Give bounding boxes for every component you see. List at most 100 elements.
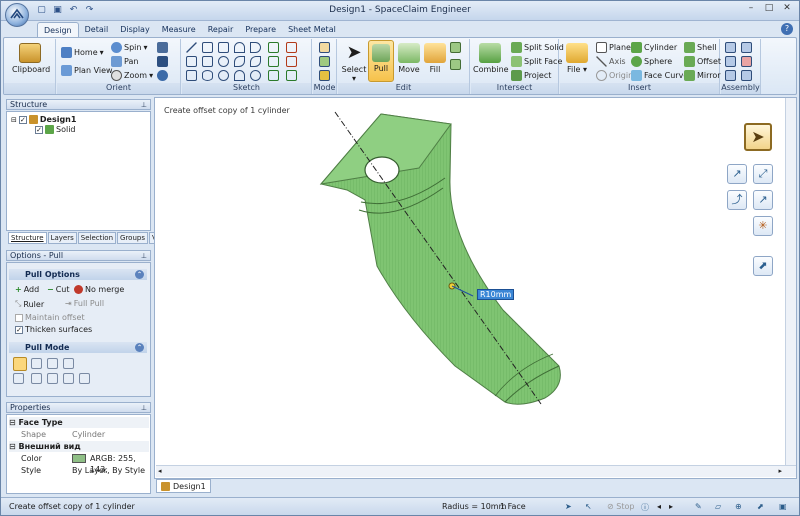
pull-mode-sweep-icon[interactable] (47, 358, 58, 369)
polygon-icon[interactable] (218, 42, 229, 53)
spline-icon[interactable] (250, 56, 261, 67)
pan-button[interactable]: Pan (111, 56, 138, 67)
stop-button[interactable]: ⊘ Stop (607, 502, 634, 511)
tab-layers[interactable]: Layers (47, 232, 77, 244)
vertical-scrollbar[interactable] (785, 98, 796, 465)
collapse-toggle-icon[interactable]: ⊟ (11, 116, 17, 124)
spin-button[interactable]: Spin ▾ (111, 42, 147, 53)
face-curve-button[interactable]: Face Curve (631, 70, 688, 81)
shell-button[interactable]: Shell (684, 42, 717, 53)
info-icon[interactable]: ⓘ (641, 502, 649, 513)
pull-mode-pivot-icon[interactable] (31, 373, 42, 384)
axis-button[interactable]: Axis (596, 56, 626, 67)
minimize-button[interactable]: – (743, 2, 759, 16)
pin-icon[interactable]: ⊥ (141, 100, 147, 110)
color-swatch[interactable] (72, 454, 86, 463)
anchor-icon[interactable] (741, 70, 752, 81)
dimension-label[interactable]: R10mm (477, 289, 515, 300)
pull-button[interactable]: Pull (368, 40, 394, 82)
home-button[interactable]: Home ▾ (61, 47, 104, 58)
nav-right-icon[interactable]: ▸ (669, 502, 673, 511)
gear-icon[interactable] (725, 70, 736, 81)
thicken-surfaces-checkbox[interactable]: ✓ (15, 325, 23, 334)
face-type-group[interactable]: ⊟ Face Type (9, 417, 149, 428)
project-button[interactable]: Project (511, 70, 551, 81)
project-icon[interactable] (268, 70, 279, 81)
pull-mode-revolve-icon[interactable] (31, 358, 42, 369)
view-cube-icon[interactable] (157, 42, 168, 53)
offset-curve-icon[interactable] (268, 42, 279, 53)
tangent-arc-icon[interactable] (234, 56, 245, 67)
design-canvas[interactable]: Create offset copy of 1 cylinder R10mm ➤… (154, 97, 797, 479)
tab-structure[interactable]: Structure (8, 232, 47, 244)
plane-button[interactable]: Plane (596, 42, 631, 53)
align-icon[interactable] (741, 42, 752, 53)
select-button[interactable]: ➤ Select ▾ (340, 43, 368, 84)
clipboard-button[interactable]: Clipboard (12, 43, 50, 74)
point-icon[interactable] (250, 70, 261, 81)
3d-mode-icon[interactable] (319, 70, 330, 81)
pull-mode-section[interactable]: Pull Mode ⌃ (9, 342, 147, 353)
tab-sheet-metal[interactable]: Sheet Metal (282, 22, 342, 37)
close-button[interactable]: ✕ (779, 2, 795, 16)
tangent-line-icon[interactable] (186, 56, 197, 67)
bend-icon[interactable] (268, 56, 279, 67)
plan-view-button[interactable]: Plan View (61, 65, 113, 76)
replace-icon[interactable] (450, 42, 461, 53)
appearance-group[interactable]: ⊟ Внешний вид (9, 441, 149, 452)
revolve-guide[interactable]: ↗ (753, 190, 773, 210)
pull-mode-copy-icon[interactable] (63, 373, 74, 384)
visibility-checkbox[interactable]: ✓ (18, 115, 27, 124)
add-option[interactable]: + Add (15, 285, 39, 294)
tab-design[interactable]: Design (37, 22, 79, 37)
split-face-button[interactable]: Split Face (511, 56, 562, 67)
three-point-circle-icon[interactable] (218, 70, 229, 81)
three-point-rect-icon[interactable] (202, 56, 213, 67)
full-pull-option[interactable]: ⇥ Full Pull (65, 299, 104, 308)
zoom-button[interactable]: Zoom ▾ (111, 70, 153, 81)
combine-button[interactable]: Combine (473, 43, 509, 74)
sketch-mode-icon[interactable] (319, 42, 330, 53)
fill-button[interactable]: Fill (424, 43, 446, 74)
tweak-face-icon[interactable] (450, 59, 461, 70)
help-icon[interactable]: ? (781, 23, 793, 35)
select-tool-guide[interactable]: ➤ (744, 123, 772, 151)
style-row[interactable]: Style By Layer, By Style (9, 465, 149, 476)
nav-left-icon[interactable]: ◂ (657, 502, 661, 511)
collapse-toggle-icon[interactable]: ⊟ (9, 418, 16, 427)
display-style-icon[interactable] (157, 56, 168, 67)
render-icon[interactable] (157, 70, 168, 81)
tab-prepare[interactable]: Prepare (239, 22, 282, 37)
horizontal-scrollbar[interactable]: ◂ ▸ (156, 465, 796, 477)
tool-icon[interactable]: ✎ (695, 502, 702, 511)
line-icon[interactable] (186, 42, 197, 53)
select-status-icon[interactable]: ➤ (565, 502, 572, 511)
pull-direction-guide[interactable]: ↗ (727, 164, 747, 184)
sketch-status-icon[interactable]: ▱ (715, 502, 721, 511)
zoom-status-icon[interactable]: ⊕ (735, 502, 742, 511)
cylinder-button[interactable]: Cylinder (631, 42, 677, 53)
pull-options-section[interactable]: Pull Options ⌃ (9, 269, 147, 280)
corner-icon[interactable] (286, 56, 297, 67)
up-to-guide[interactable]: ⤴ (727, 190, 747, 210)
pull-mode-extend-icon[interactable] (47, 373, 58, 384)
section-mode-icon[interactable] (319, 56, 330, 67)
mirror-button[interactable]: Mirror (684, 70, 721, 81)
rectangle-icon[interactable] (202, 42, 213, 53)
scroll-left-icon[interactable]: ◂ (158, 467, 162, 475)
tab-groups[interactable]: Groups (117, 232, 148, 244)
collapse-toggle-icon[interactable]: ⊟ (9, 442, 16, 451)
offset-button[interactable]: Offset (684, 56, 721, 67)
three-point-arc-icon[interactable] (234, 70, 245, 81)
thicken-surfaces-option[interactable]: ✓ Thicken surfaces (15, 325, 92, 334)
scroll-right-icon[interactable]: ▸ (778, 467, 782, 475)
visibility-checkbox[interactable]: ✓ (35, 125, 43, 134)
pin-icon[interactable]: ⊥ (141, 403, 147, 413)
file-button[interactable]: File ▾ (562, 43, 592, 74)
pull-mode-blend-icon[interactable] (13, 373, 24, 384)
sphere-button[interactable]: Sphere (631, 56, 672, 67)
tree-item-solid[interactable]: ✓ Solid (35, 125, 76, 134)
split-solid-button[interactable]: Split Solid (511, 42, 564, 53)
app-logo-icon[interactable] (5, 3, 29, 27)
collapse-icon[interactable]: ⌃ (135, 343, 144, 352)
